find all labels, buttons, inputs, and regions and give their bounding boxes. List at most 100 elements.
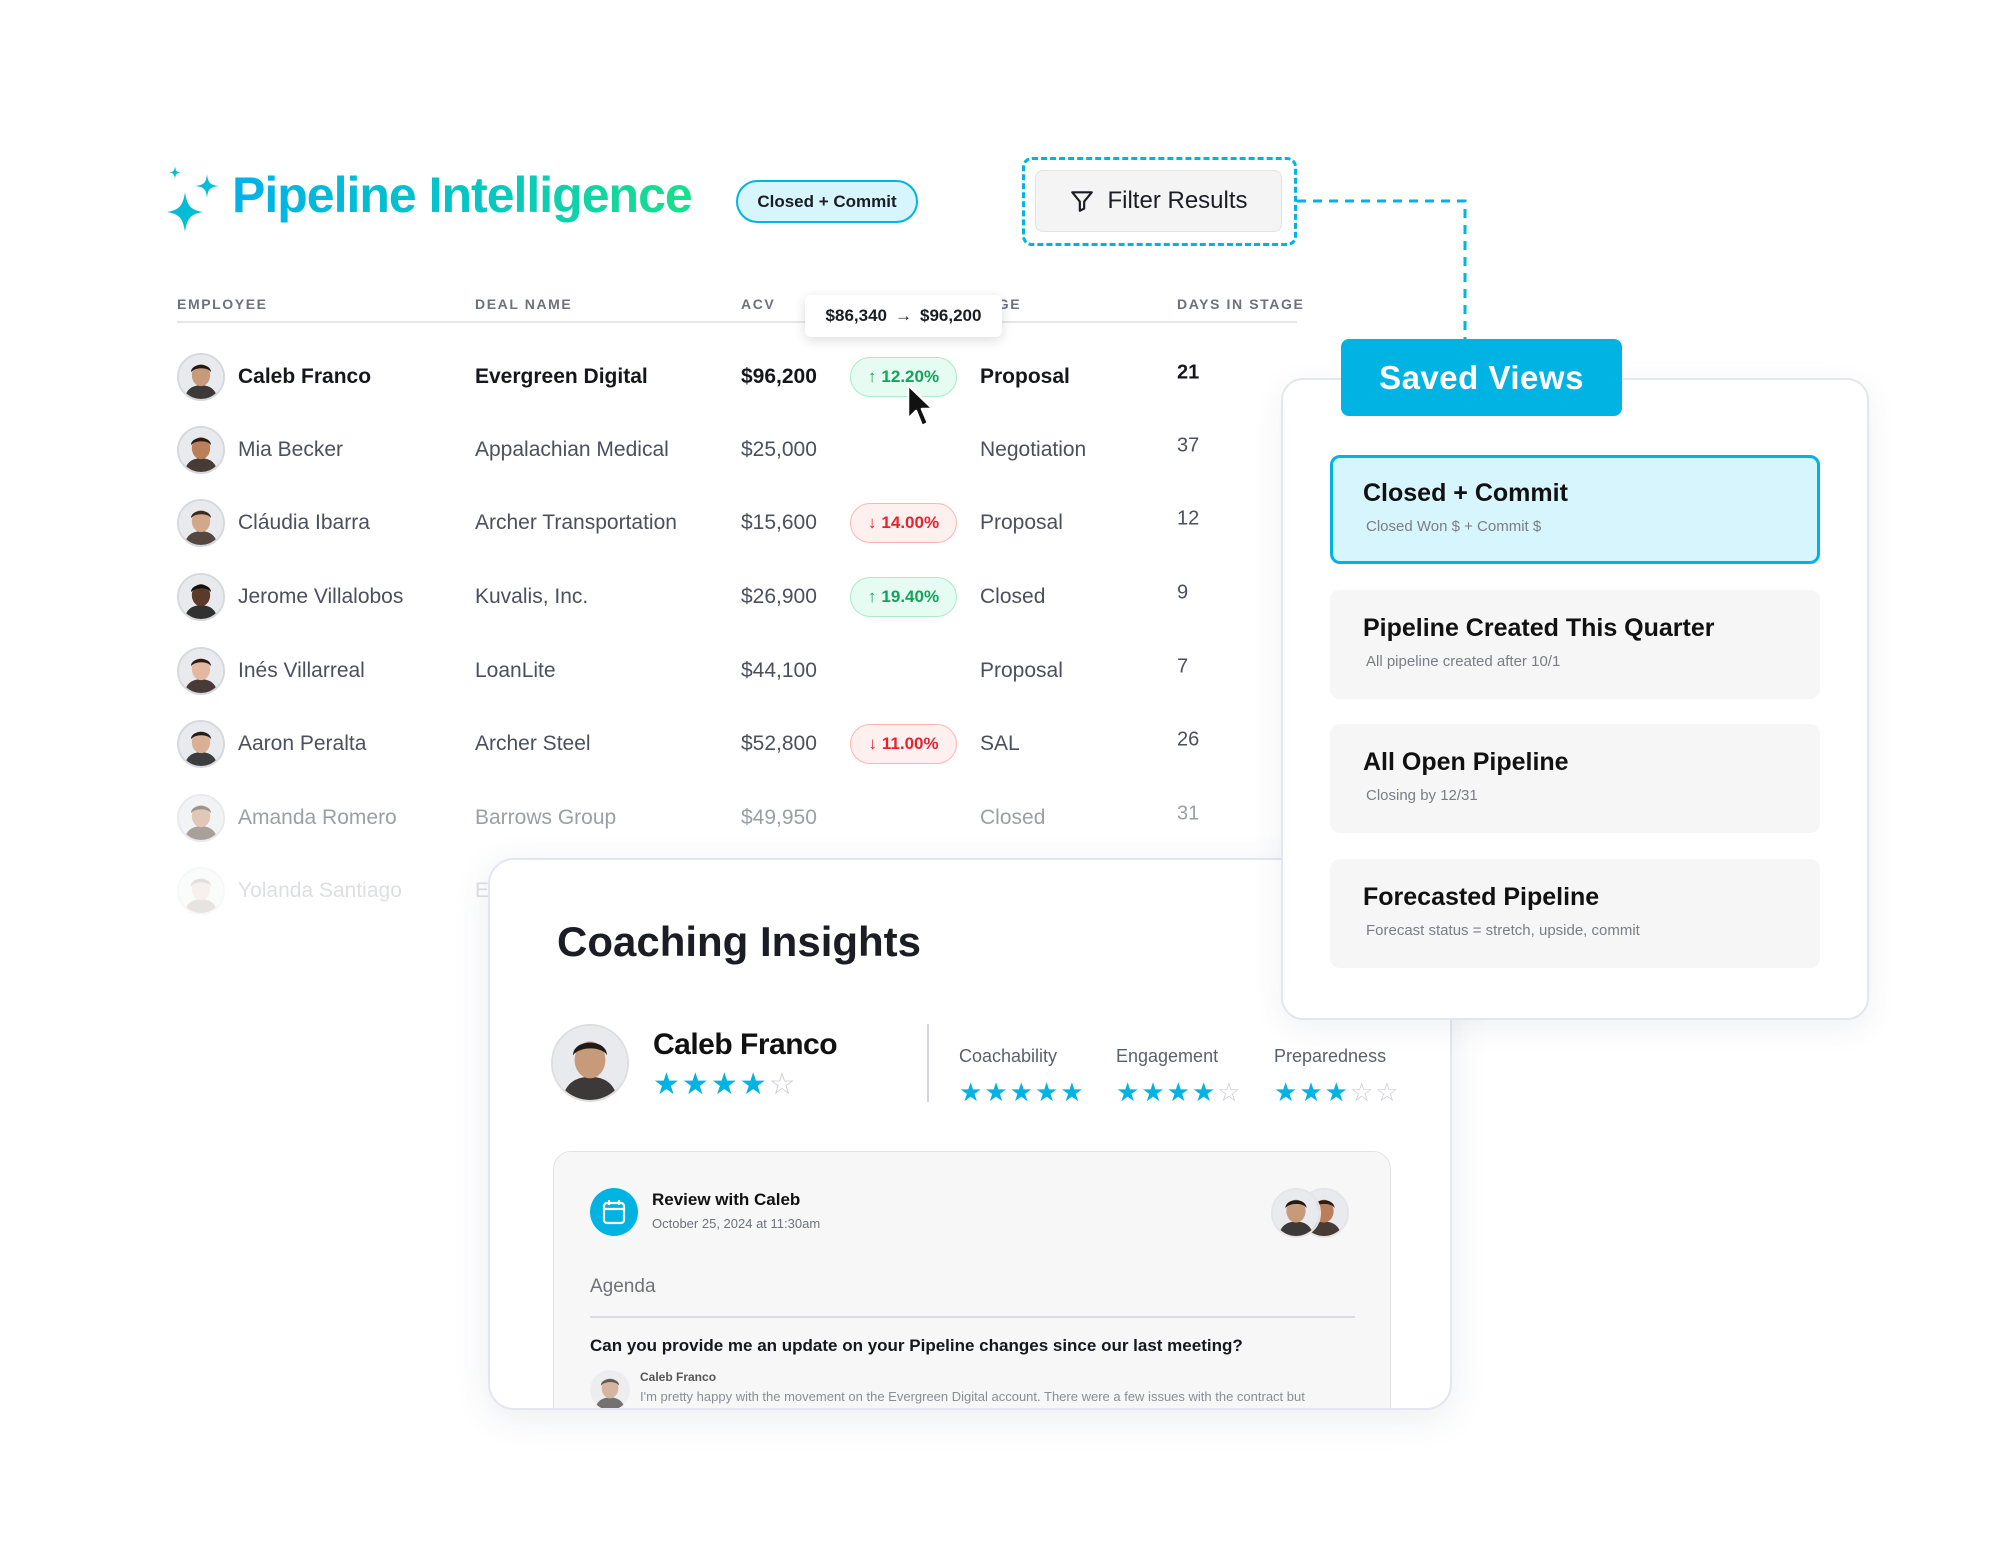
saved-view-name: Pipeline Created This Quarter [1363,614,1715,642]
column-header-deal-name[interactable]: DEAL NAME [475,296,572,312]
employee-name: Mia Becker [238,438,344,461]
saved-view-name: All Open Pipeline [1363,748,1569,776]
table-row[interactable]: Caleb Franco Evergreen Digital $96,200 Prop… [0,347,1300,407]
avatar [177,573,225,621]
days-in-stage: 31 [1177,802,1200,825]
table-row[interactable]: Cláudia Ibarra Archer Transportation $15,6… [0,493,1300,553]
deal-name[interactable]: Appalachian Medical [475,438,669,462]
acv-value: $44,100 [741,659,817,682]
avatar [177,867,225,915]
metric-label: Engagement [1116,1046,1219,1066]
header-divider [177,321,1297,323]
saved-view-item[interactable]: Pipeline Created This Quarter All pipelin… [1330,590,1820,699]
mouse-cursor-icon [906,383,935,428]
saved-view-item[interactable]: All Open Pipeline Closing by 12/31 [1330,724,1820,833]
days-in-stage: 26 [1177,728,1200,751]
star-filled-icon: ★ [739,1068,767,1101]
star-filled-icon: ★ [710,1068,738,1101]
column-header-days-in-stage[interactable]: DAYS IN STAGE [1177,296,1304,312]
dashed-connector-line [1297,199,1467,343]
days-in-stage: 21 [1177,361,1200,384]
days-in-stage: 37 [1177,434,1200,457]
acv-change-badge[interactable]: ↓ 11.00% [850,724,957,764]
metric-label: Coachability [959,1046,1058,1066]
star-filled-icon: ★ [681,1068,709,1101]
deal-name[interactable]: Archer Transportation [475,511,677,535]
star-filled-icon: ★ [1116,1077,1140,1107]
arrow-down-icon: ↓ [868,734,877,753]
stage-value: Proposal [980,365,1070,388]
avatar [177,426,225,474]
avatar [1271,1188,1321,1238]
review-card[interactable]: Review with Caleb October 25, 2024 at 11… [553,1151,1391,1408]
deal-name[interactable]: Archer Steel [475,732,591,756]
deal-name[interactable]: Kuvalis, Inc. [475,585,588,609]
filter-results-button[interactable]: Filter Results [1035,170,1282,232]
days-in-stage: 7 [1177,655,1189,678]
acv-change-badge[interactable]: ↑ 19.40% [850,577,957,617]
column-header-acv[interactable]: ACV [741,296,775,312]
table-row[interactable]: Amanda Romero Barrows Group $49,950 Closed 3… [0,788,1300,848]
star-filled-icon: ★ [1034,1077,1059,1107]
review-date: October 25, 2024 at 11:30am [652,1216,821,1231]
saved-view-description: Closed Won $ + Commit $ [1366,518,1542,535]
table-row[interactable]: Mia Becker Appalachian Medical $25,000 Nego… [0,420,1300,480]
star-filled-icon: ★ [1191,1077,1216,1107]
deal-name[interactable]: Barrows Group [475,806,616,830]
employee-name: Jerome Villalobos [238,585,404,608]
table-row[interactable]: Aaron Peralta Archer Steel $52,800 SAL 26 ↓ 11… [0,714,1300,774]
reply-author: Caleb Franco [640,1370,717,1384]
acv-change-tooltip: $86,340 → $96,200 [805,295,1002,337]
page-title: Pipeline Intelligence [232,167,693,223]
deal-name[interactable]: E [475,879,489,903]
acv-change-badge[interactable]: ↑ 12.20% [850,357,957,397]
filter-icon [1071,191,1094,212]
saved-views-title: Saved Views [1341,339,1622,416]
divider [927,1024,929,1102]
avatar [177,647,225,695]
stage-value: Negotiation [980,438,1087,461]
days-in-stage: 9 [1177,581,1189,604]
saved-view-name: Forecasted Pipeline [1363,883,1600,911]
employee-name: Inés Villarreal [238,659,365,682]
star-empty-icon: ☆ [1375,1077,1399,1107]
acv-value: $25,000 [741,438,817,461]
overall-rating-stars: ★ ★ ★ ★ ☆ [653,1070,796,1100]
saved-view-item[interactable]: Closed + Commit Closed Won $ + Commit $ [1330,455,1820,564]
saved-view-description: All pipeline created after 10/1 [1366,653,1561,670]
acv-value: $15,600 [741,511,817,534]
deal-name[interactable]: LoanLite [475,659,556,683]
table-row[interactable]: Inés Villarreal LoanLite $44,100 Proposal 7 [0,641,1300,701]
column-header-employee[interactable]: EMPLOYEE [177,296,268,312]
star-filled-icon: ★ [984,1077,1008,1107]
saved-view-name: Closed + Commit [1363,479,1568,507]
arrow-right-icon: → [895,306,912,325]
saved-view-description: Closing by 12/31 [1366,787,1478,804]
tooltip-to-value: $96,200 [920,306,982,325]
star-filled-icon: ★ [1324,1077,1348,1107]
table-row[interactable]: Jerome Villalobos Kuvalis, Inc. $26,900 Clo… [0,567,1300,627]
star-filled-icon: ★ [1141,1077,1165,1107]
acv-value: $96,200 [741,365,817,388]
days-in-stage: 12 [1177,507,1200,530]
metric-stars: ★ ★ ★ ★ ☆ [1116,1079,1241,1105]
stage-value: Proposal [980,511,1063,534]
acv-change-badge[interactable]: ↓ 14.00% [850,503,957,543]
employee-name: Cláudia Ibarra [238,511,370,534]
stage-value: Closed [980,585,1046,608]
change-percent: 14.00% [881,513,940,532]
metric-coachability: Coachability ★ ★ ★ ★ ★ [959,1046,1084,1105]
employee-name: Yolanda Santiago [238,879,402,902]
active-view-badge[interactable]: Closed + Commit [736,180,918,223]
avatar [177,499,225,547]
employee-name: Caleb Franco [238,365,372,388]
avatar [177,794,225,842]
stage-value: Closed [980,806,1046,829]
star-filled-icon: ★ [1299,1077,1323,1107]
change-percent: 19.40% [881,587,940,606]
review-title: Review with Caleb [652,1190,801,1209]
employee-name: Aaron Peralta [238,732,367,755]
deal-name[interactable]: Evergreen Digital [475,365,648,389]
saved-view-item[interactable]: Forecasted Pipeline Forecast status = str… [1330,859,1820,968]
acv-value: $49,950 [741,806,817,829]
